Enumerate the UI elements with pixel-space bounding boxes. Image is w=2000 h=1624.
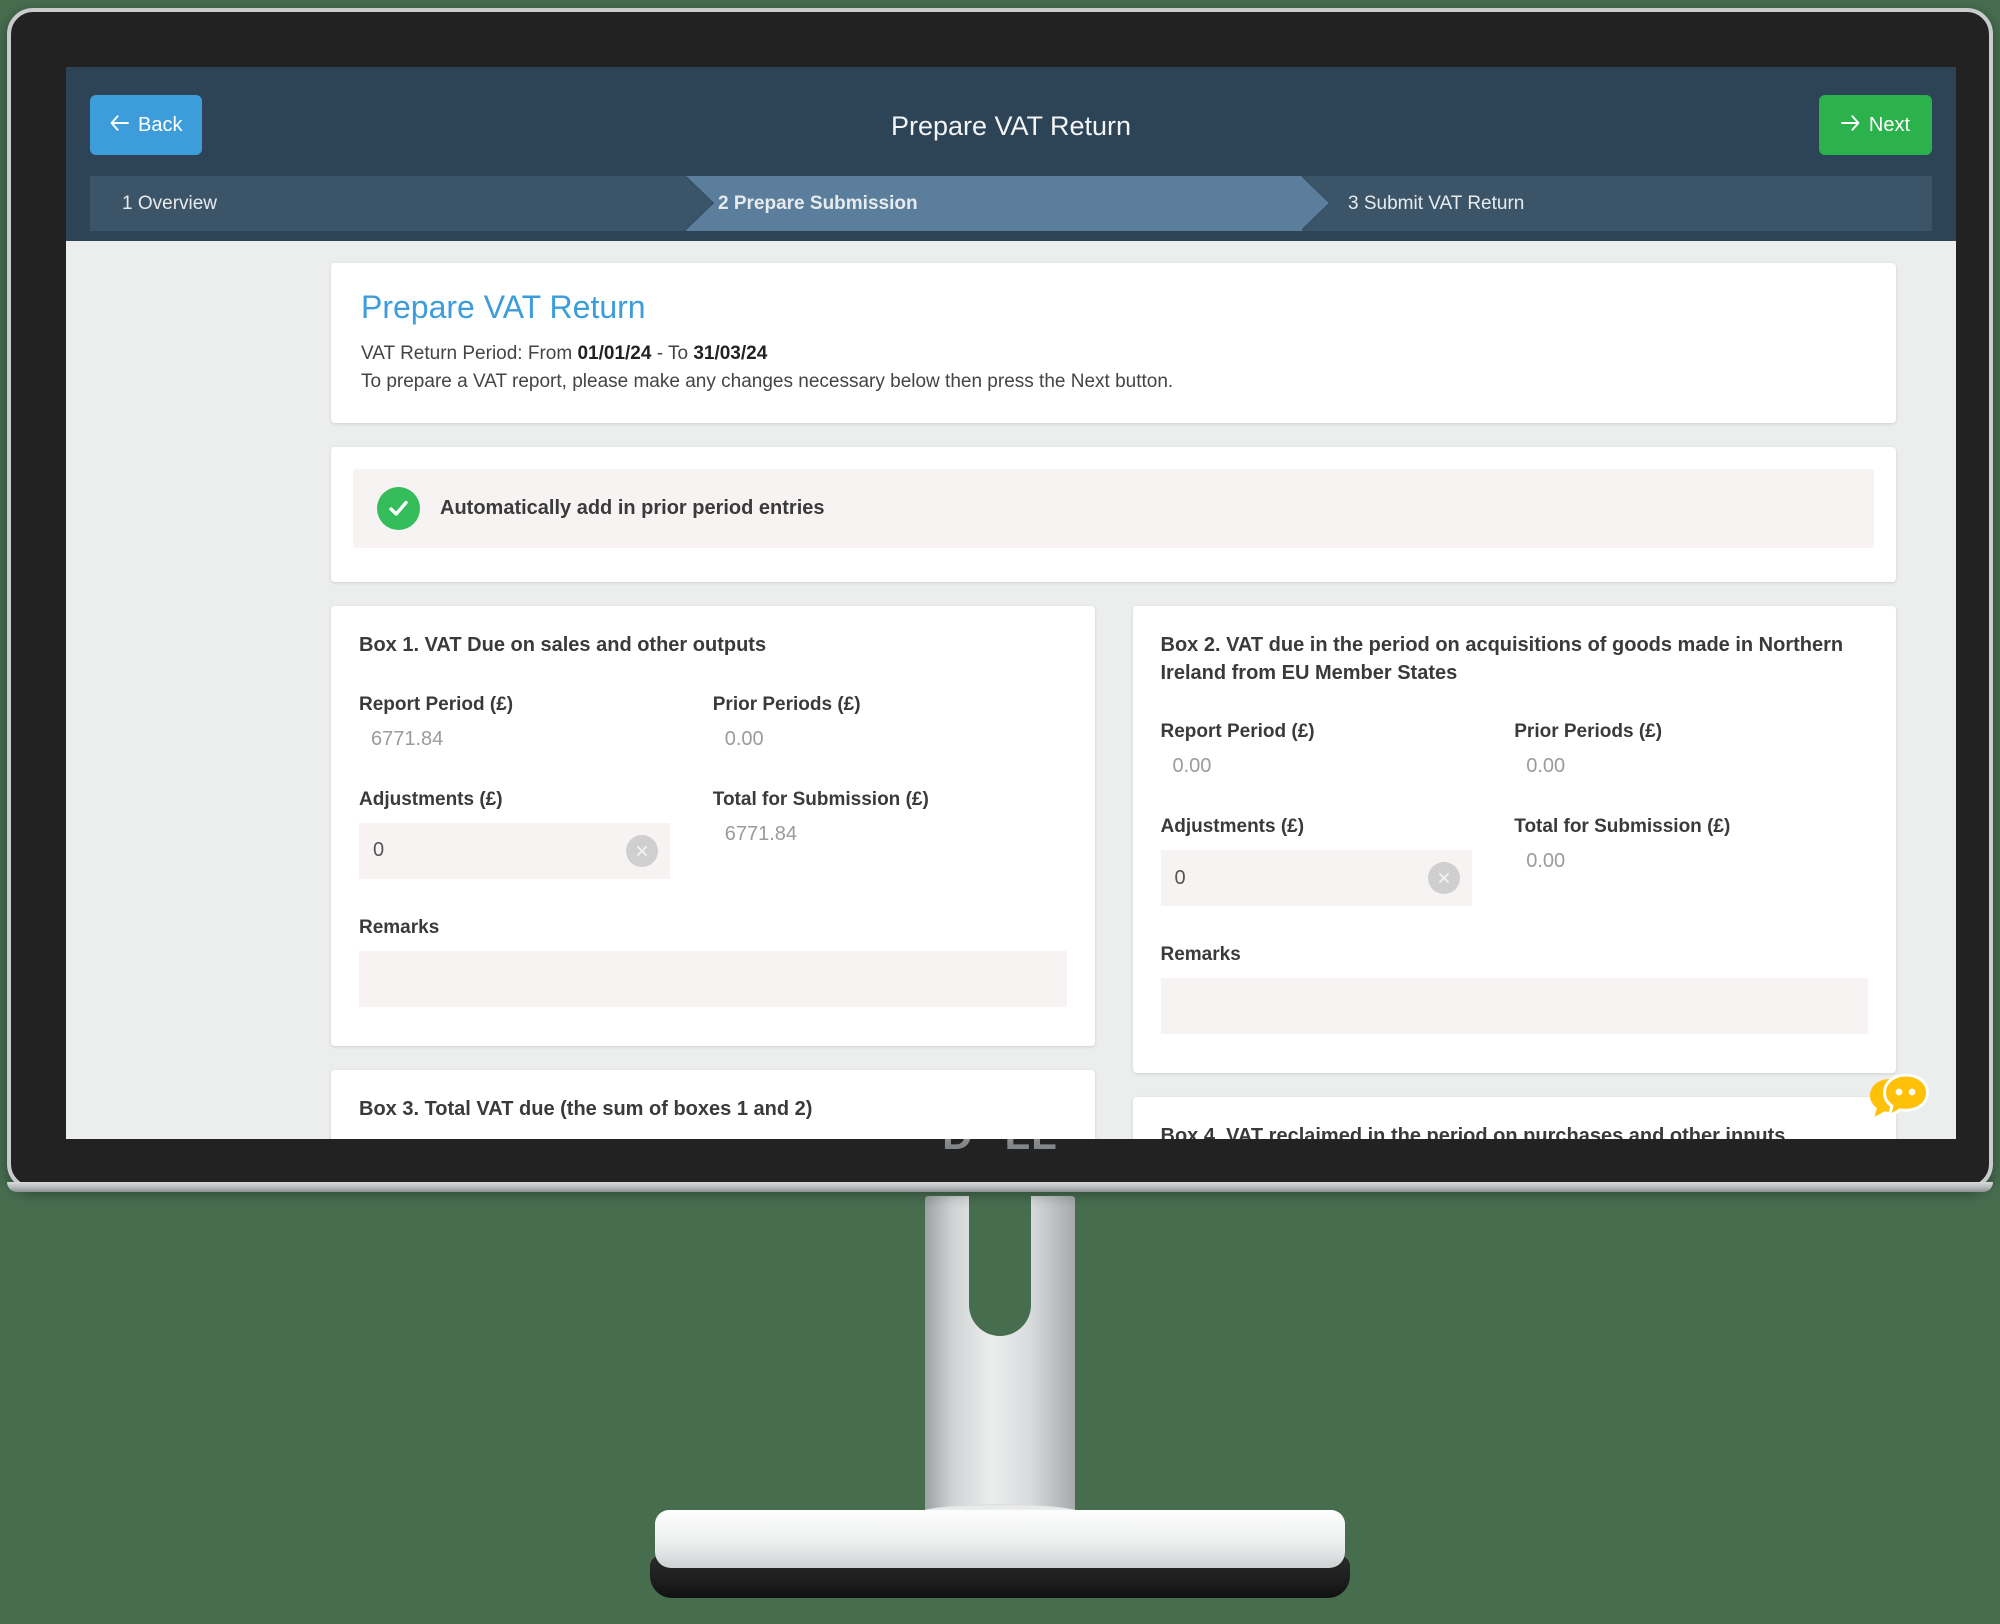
step-prepare-submission-label: 2 Prepare Submission [718, 192, 918, 214]
box-2-total-field: Total for Submission (£) 0.00 [1514, 816, 1868, 906]
box-1-total-label: Total for Submission (£) [712, 788, 929, 810]
box-1-remarks-field: Remarks [359, 917, 1067, 1012]
box-1-adjustments-input-wrap [359, 822, 671, 879]
step-submit-vat-return[interactable]: 3 Submit VAT Return [1302, 176, 1932, 231]
box-1-remarks-label: Remarks [359, 916, 440, 938]
box-4-title: Box 4. VAT reclaimed in the period on pu… [1160, 1125, 1786, 1139]
box-2-remarks-input[interactable] [1160, 978, 1868, 1035]
box-2-report-period-label: Report Period (£) [1160, 721, 1315, 743]
box-2-period-row: Report Period (£) 0.00 Prior Periods (£)… [1161, 721, 1869, 778]
vat-return-app: Prepare VAT Return Back Next 1 Overview … [66, 67, 1956, 1139]
app-content: Prepare VAT Return VAT Return Period: Fr… [66, 241, 1956, 1139]
box-2-prior-periods-value: 0.00 [1526, 755, 1566, 778]
box-2-remarks-field: Remarks [1160, 944, 1868, 1039]
intro-instruction: To prepare a VAT report, please make any… [361, 370, 1174, 392]
box-2-total-label: Total for Submission (£) [1514, 816, 1731, 838]
box-2-card: Box 2. VAT due in the period on acquisit… [1132, 606, 1896, 1074]
box-1-prior-periods-field: Prior Periods (£) 0.00 [713, 694, 1067, 751]
intro-card: Prepare VAT Return VAT Return Period: Fr… [331, 263, 1896, 424]
chat-bubbles-icon[interactable] [1866, 1069, 1930, 1129]
step-overview-label: 1 Overview [122, 192, 218, 214]
back-button[interactable]: Back [90, 95, 203, 155]
boxes-left-column: Box 1. VAT Due on sales and other output… [331, 606, 1095, 1139]
box-2-title: Box 2. VAT due in the period on acquisit… [1160, 634, 1844, 684]
boxes-right-column: Box 2. VAT due in the period on acquisit… [1132, 606, 1896, 1139]
box-2-adjust-row: Adjustments (£) 0 Total for Submission (… [1160, 816, 1869, 907]
topbar-row: Prepare VAT Return Back Next [66, 67, 1956, 186]
box-1-prior-periods-label: Prior Periods (£) [712, 693, 861, 715]
box-2-adjustments-input-wrap [1160, 850, 1472, 907]
monitor-stand-slot [969, 1196, 1031, 1336]
page-title: Prepare VAT Return [890, 111, 1132, 141]
box-1-prior-periods-value: 0.00 [724, 727, 764, 750]
box-2-remarks-label: Remarks [1160, 944, 1241, 966]
box-1-total-value: 6771.84 [724, 822, 798, 845]
app-topbar: Prepare VAT Return Back Next 1 Overview … [66, 67, 1956, 241]
box-2-adjustments-label: Adjustments (£) [1160, 816, 1305, 838]
box-4-card: Box 4. VAT reclaimed in the period on pu… [1132, 1097, 1896, 1139]
period-from: 01/01/24 [577, 343, 652, 364]
box-2-report-period-field: Report Period (£) 0.00 [1161, 721, 1515, 778]
box-1-report-period-label: Report Period (£) [359, 693, 514, 715]
box-1-report-period-value: 6771.84 [371, 727, 444, 750]
monitor-assembly: DELL Prepare VAT Return [0, 0, 2000, 1624]
arrow-left-icon [110, 114, 129, 137]
box-3-title: Box 3. Total VAT due (the sum of boxes 1… [359, 1097, 813, 1120]
monitor-stand-base [655, 1510, 1345, 1568]
box-2-adjustments-input[interactable] [1160, 850, 1472, 907]
back-button-label: Back [138, 113, 183, 136]
vat-boxes-grid: Box 1. VAT Due on sales and other output… [331, 606, 1896, 1139]
box-1-remarks-input[interactable] [359, 950, 1067, 1007]
clear-x-icon[interactable] [626, 834, 659, 867]
next-button[interactable]: Next [1818, 95, 1932, 155]
box-1-adjustments-field: Adjustments (£) [359, 789, 713, 879]
box-1-report-period-field: Report Period (£) 6771.84 [359, 694, 713, 751]
box-2-prior-periods-field: Prior Periods (£) 0.00 [1514, 721, 1868, 778]
clear-x-icon[interactable] [1427, 862, 1460, 895]
box-1-adjust-row: Adjustments (£) 0 Total for Submission (… [359, 789, 1067, 879]
box-2-report-period-value: 0.00 [1172, 755, 1212, 778]
period-prefix: VAT Return Period: From [361, 343, 578, 364]
step-prepare-submission[interactable]: 2 Prepare Submission [686, 176, 1329, 231]
step-overview[interactable]: 1 Overview [90, 176, 713, 231]
intro-title: Prepare VAT Return [361, 289, 646, 325]
vat-return-period: VAT Return Period: From 01/01/24 - To 31… [361, 340, 1866, 368]
box-2-prior-periods-label: Prior Periods (£) [1514, 721, 1663, 743]
monitor-bezel: DELL Prepare VAT Return [7, 8, 1993, 1192]
box-2-adjustments-field: Adjustments (£) [1160, 816, 1515, 907]
next-button-label: Next [1868, 113, 1910, 136]
progress-stepper: 1 Overview 2 Prepare Submission 3 Submit… [90, 176, 1932, 231]
period-to: 31/03/24 [693, 343, 768, 364]
box-1-title: Box 1. VAT Due on sales and other output… [359, 634, 767, 657]
arrow-right-icon [1840, 114, 1860, 137]
step-submit-vat-return-label: 3 Submit VAT Return [1348, 192, 1525, 214]
period-separator: - To [651, 343, 694, 364]
box-1-period-row: Report Period (£) 6771.84 Prior Periods … [359, 694, 1067, 751]
box-1-card: Box 1. VAT Due on sales and other output… [331, 606, 1095, 1046]
auto-add-label: Automatically add in prior period entrie… [440, 497, 825, 520]
monitor-screen: Prepare VAT Return Back Next 1 Overview … [66, 67, 1956, 1139]
auto-add-card: Automatically add in prior period entrie… [331, 447, 1896, 583]
box-1-total-field: Total for Submission (£) 6771.84 [713, 789, 1067, 879]
box-1-adjustments-label: Adjustments (£) [359, 788, 503, 810]
box-3-card: Box 3. Total VAT due (the sum of boxes 1… [331, 1069, 1095, 1139]
auto-add-toggle-row[interactable]: Automatically add in prior period entrie… [353, 469, 1874, 549]
box-2-total-value: 0.00 [1526, 850, 1566, 873]
box-1-adjustments-input[interactable] [359, 822, 671, 879]
check-icon[interactable] [377, 487, 420, 531]
